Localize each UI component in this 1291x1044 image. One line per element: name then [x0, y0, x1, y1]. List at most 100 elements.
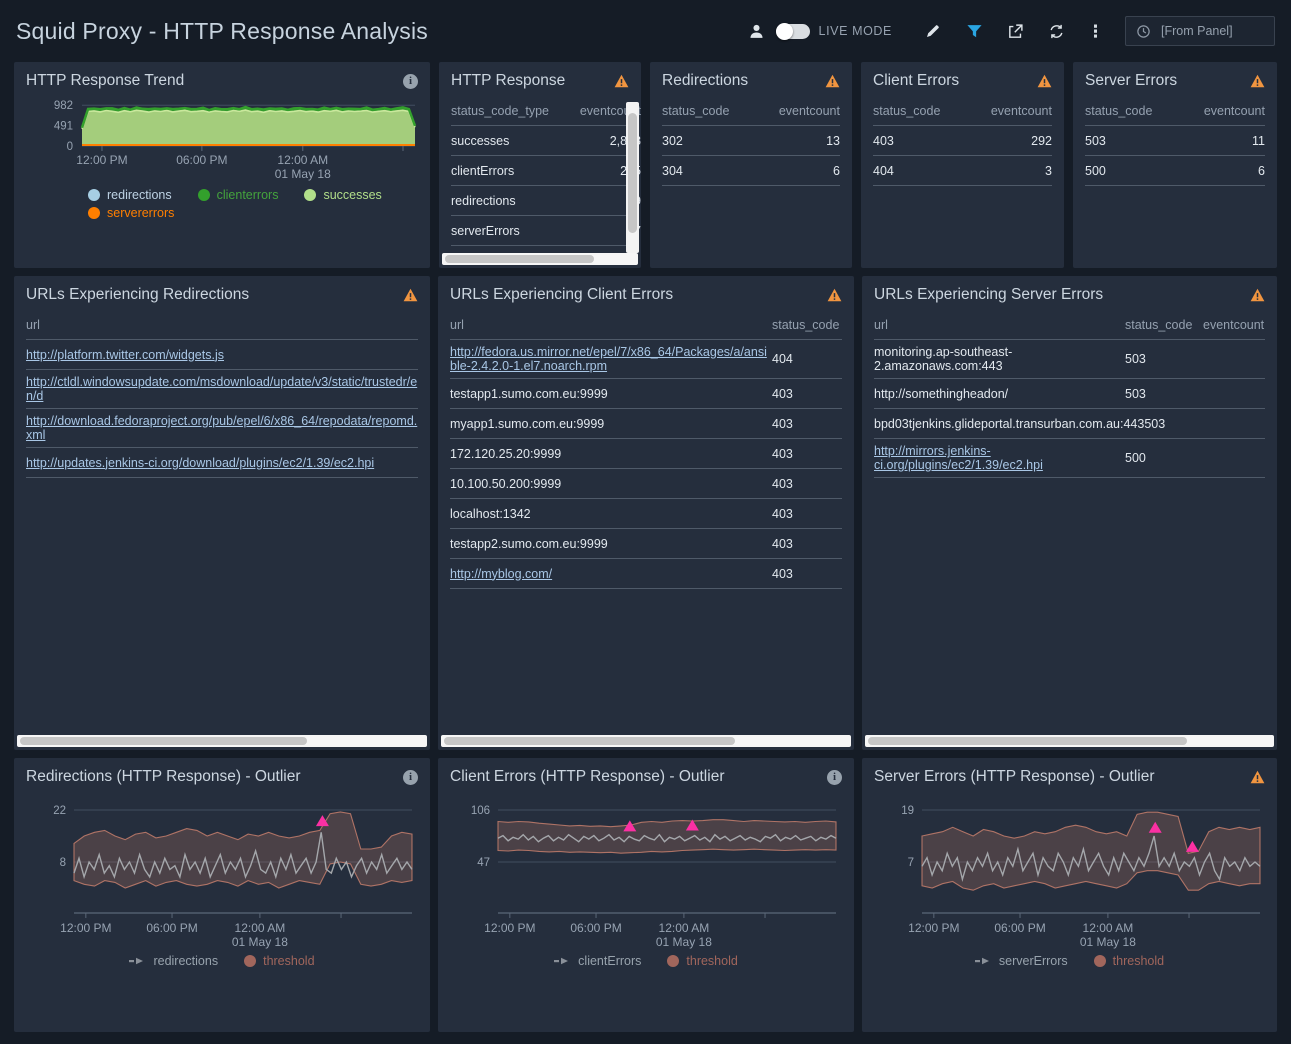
table-cell: 404	[772, 347, 854, 371]
url-link[interactable]: http://download.fedoraproject.org/pub/ep…	[26, 409, 418, 447]
column-header: eventcount	[1185, 104, 1265, 118]
table-row: http://myblog.com/403	[450, 559, 842, 589]
table-cell: monitoring.ap-southeast-2.amazonaws.com:…	[874, 340, 1125, 378]
warning-icon[interactable]	[614, 74, 629, 88]
legend-label: clienterrors	[217, 188, 279, 202]
warning-icon[interactable]	[1250, 770, 1265, 784]
table-row: http://somethingheadon/503	[874, 379, 1265, 409]
client-errors-outlier-chart[interactable]: 1064712:00 PM06:00 PM12:00 AM01 May 18	[450, 792, 842, 952]
legend-item-redirections[interactable]: redirections	[88, 188, 172, 202]
table-cell: redirections	[451, 189, 555, 213]
table-header-row: status_codeeventcount	[873, 96, 1052, 126]
table-cell	[1222, 419, 1277, 429]
warning-icon[interactable]	[1037, 74, 1052, 88]
scrollbar-thumb[interactable]	[20, 737, 307, 745]
svg-text:06:00 PM: 06:00 PM	[176, 153, 227, 167]
vertical-scrollbar[interactable]	[626, 102, 639, 253]
table-row: redirections19	[451, 186, 629, 216]
legend-item-threshold[interactable]: threshold	[1094, 954, 1164, 968]
time-range-value: [From Panel]	[1161, 24, 1233, 38]
legend-label: redirections	[153, 954, 218, 968]
scrollbar-thumb[interactable]	[445, 255, 594, 263]
column-header: url	[26, 318, 418, 332]
horizontal-scrollbar[interactable]	[441, 735, 851, 747]
client-errors-table: status_codeeventcount4032924043	[861, 96, 1064, 186]
line-marker-icon	[129, 957, 146, 965]
legend-label: threshold	[686, 954, 737, 968]
toggle-knob[interactable]	[776, 23, 793, 40]
legend-label: threshold	[263, 954, 314, 968]
share-icon[interactable]	[1005, 21, 1025, 41]
legend-item-threshold[interactable]: threshold	[667, 954, 737, 968]
trend-area-chart[interactable]: 982491012:00 PM06:00 PM12:00 AM01 May 18	[26, 96, 418, 184]
info-icon[interactable]: i	[403, 74, 418, 89]
warning-icon[interactable]	[1250, 74, 1265, 88]
url-link[interactable]: http://platform.twitter.com/widgets.js	[26, 343, 418, 367]
legend-label: servererrors	[107, 206, 174, 220]
live-mode-toggle[interactable]	[776, 24, 810, 39]
server-errors-outlier-chart[interactable]: 19712:00 PM06:00 PM12:00 AM01 May 18	[874, 792, 1266, 952]
column-header: status_code	[662, 104, 760, 118]
legend-item-redirections[interactable]: redirections	[129, 954, 218, 968]
legend-item-threshold[interactable]: threshold	[244, 954, 314, 968]
url-link[interactable]: http://myblog.com/	[450, 562, 772, 586]
panel-client-errors-outlier: Client Errors (HTTP Response) - Outlier …	[438, 758, 854, 1032]
panel-redirections-outlier: Redirections (HTTP Response) - Outlier i…	[14, 758, 430, 1032]
column-header: status_code	[1125, 318, 1203, 332]
warning-icon[interactable]	[825, 74, 840, 88]
app-header: Squid Proxy - HTTP Response Analysis LIV…	[0, 0, 1291, 62]
warning-icon[interactable]	[403, 288, 418, 302]
table-cell: testapp1.sumo.com.eu:9999	[450, 382, 772, 406]
panel-http-response: HTTP Response status_code_typeeventcount…	[439, 62, 641, 268]
legend-item-serverErrors[interactable]: serverErrors	[975, 954, 1068, 968]
url-link[interactable]: http://ctldl.windowsupdate.com/msdownloa…	[26, 370, 418, 408]
table-cell: 403	[772, 442, 854, 466]
table-cell: 503	[1144, 412, 1222, 436]
legend-item-clientErrors[interactable]: clientErrors	[554, 954, 641, 968]
url-link[interactable]: http://mirrors.jenkins-ci.org/plugins/ec…	[874, 439, 1125, 477]
refresh-icon[interactable]	[1046, 21, 1066, 41]
scrollbar-thumb[interactable]	[868, 737, 1187, 745]
scrollbar-thumb[interactable]	[444, 737, 735, 745]
svg-text:12:00 PM: 12:00 PM	[76, 153, 127, 167]
panel-title: URLs Experiencing Client Errors	[450, 286, 673, 304]
redirections-outlier-chart[interactable]: 22812:00 PM06:00 PM12:00 AM01 May 18	[26, 792, 418, 952]
horizontal-scrollbar[interactable]	[17, 735, 427, 747]
panel-title: URLs Experiencing Server Errors	[874, 286, 1103, 304]
url-link[interactable]: http://fedora.us.mirror.net/epel/7/x86_6…	[450, 340, 772, 378]
user-icon[interactable]	[747, 21, 767, 41]
time-range-selector[interactable]: [From Panel]	[1125, 16, 1275, 46]
table-cell: 503	[1085, 129, 1185, 153]
horizontal-scrollbar[interactable]	[865, 735, 1274, 747]
url-link[interactable]: http://updates.jenkins-ci.org/download/p…	[26, 451, 418, 475]
scrollbar-thumb[interactable]	[628, 113, 637, 234]
more-options-icon[interactable]: ⋮	[1087, 23, 1104, 40]
table-row: http://download.fedoraproject.org/pub/ep…	[26, 409, 418, 448]
svg-text:06:00 PM: 06:00 PM	[146, 921, 197, 935]
info-icon[interactable]: i	[827, 770, 842, 785]
legend-item-servererrors[interactable]: servererrors	[88, 206, 174, 220]
table-cell: 503	[1125, 382, 1203, 406]
column-header: status_code	[772, 318, 854, 332]
svg-text:106: 106	[471, 805, 490, 817]
table-cell	[1203, 453, 1277, 463]
table-cell: localhost:1342	[450, 502, 772, 526]
table-cell: 403	[772, 472, 854, 496]
warning-icon[interactable]	[827, 288, 842, 302]
panel-http-response-trend: HTTP Response Trend i 982491012:00 PM06:…	[14, 62, 430, 268]
horizontal-scrollbar[interactable]	[442, 253, 638, 265]
table-header-row: urlstatus_code	[450, 310, 842, 340]
svg-text:0: 0	[67, 141, 73, 153]
legend-item-clienterrors[interactable]: clienterrors	[198, 188, 279, 202]
warning-icon[interactable]	[1250, 288, 1265, 302]
line-marker-icon	[975, 957, 992, 965]
column-header: status_code	[1085, 104, 1185, 118]
table-cell: 6	[760, 159, 840, 183]
info-icon[interactable]: i	[403, 770, 418, 785]
column-header: status_code_type	[451, 104, 555, 118]
legend-item-successes[interactable]: successes	[304, 188, 381, 202]
edit-icon[interactable]	[923, 21, 943, 41]
filter-icon[interactable]	[964, 21, 984, 41]
table-cell: 403	[772, 382, 854, 406]
table-cell: 403	[873, 129, 972, 153]
